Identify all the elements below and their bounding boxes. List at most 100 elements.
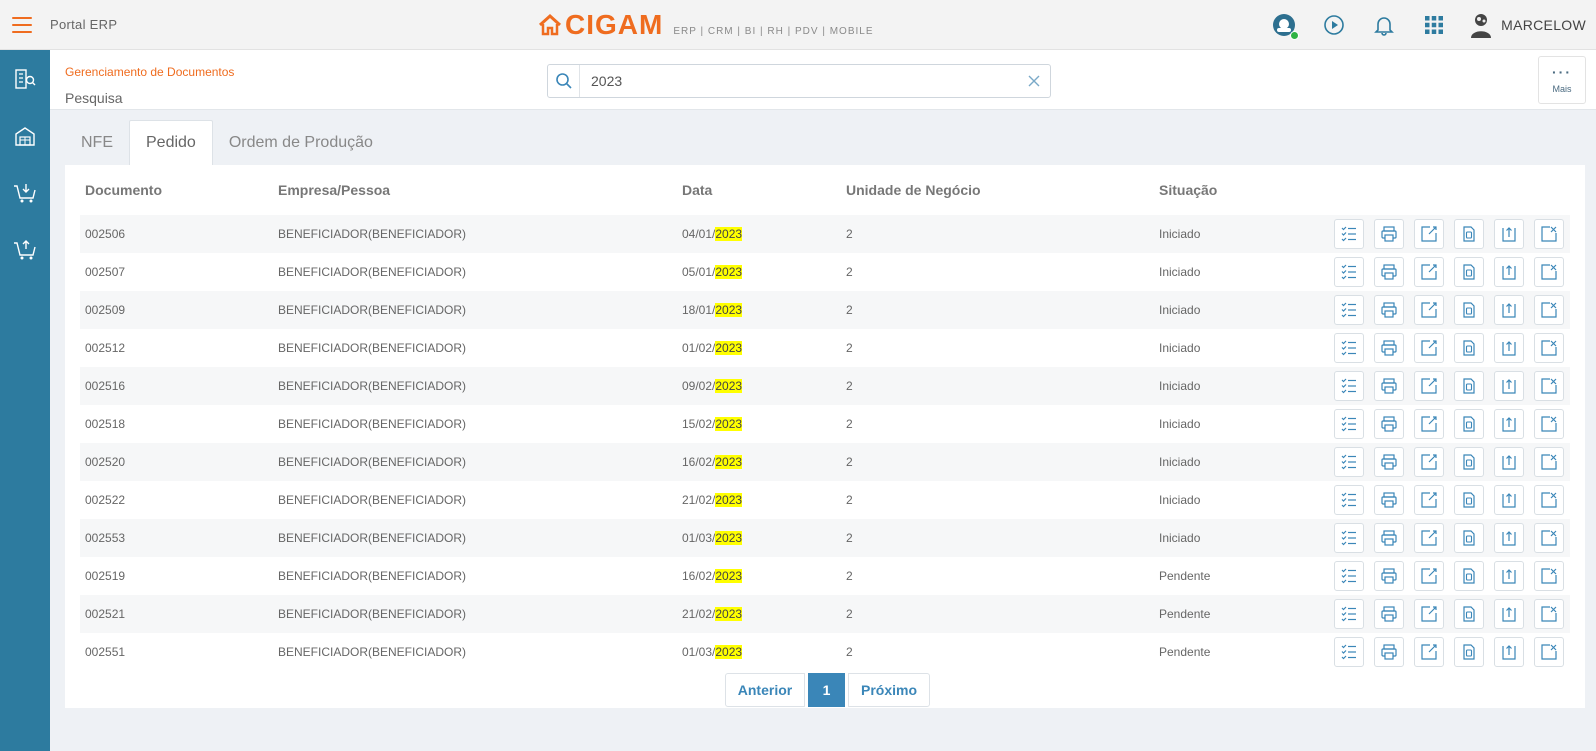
checklist-button[interactable] [1334, 599, 1364, 629]
edit-button[interactable] [1414, 599, 1444, 629]
cancel-button[interactable] [1534, 409, 1564, 439]
play-button[interactable] [1309, 0, 1359, 50]
table-row[interactable]: 002506 BENEFICIADOR(BENEFICIADOR) 04/01/20… [80, 215, 1570, 253]
print-button[interactable] [1374, 599, 1404, 629]
sidebar-item-purchases[interactable] [0, 164, 50, 221]
upload-button[interactable] [1494, 257, 1524, 287]
column-header-empresa[interactable]: Empresa/Pessoa [273, 165, 677, 215]
edit-button[interactable] [1414, 219, 1444, 249]
print-button[interactable] [1374, 523, 1404, 553]
upload-button[interactable] [1494, 295, 1524, 325]
apps-button[interactable] [1409, 0, 1459, 50]
print-button[interactable] [1374, 371, 1404, 401]
sidebar-item-company[interactable] [0, 107, 50, 164]
print-button[interactable] [1374, 637, 1404, 667]
table-row[interactable]: 002509 BENEFICIADOR(BENEFICIADOR) 18/01/20… [80, 291, 1570, 329]
upload-button[interactable] [1494, 561, 1524, 591]
checklist-button[interactable] [1334, 485, 1364, 515]
document-button[interactable] [1454, 257, 1484, 287]
user-menu[interactable]: MARCELOW [1467, 11, 1586, 39]
checklist-button[interactable] [1334, 371, 1364, 401]
print-button[interactable] [1374, 561, 1404, 591]
document-button[interactable] [1454, 219, 1484, 249]
document-button[interactable] [1454, 637, 1484, 667]
edit-button[interactable] [1414, 523, 1444, 553]
column-header-documento[interactable]: Documento [80, 165, 273, 215]
tab-pedido[interactable]: Pedido [129, 120, 213, 165]
search-button[interactable] [548, 65, 580, 97]
clear-search-button[interactable] [1018, 65, 1050, 97]
breadcrumb[interactable]: Gerenciamento de Documentos [65, 65, 234, 79]
checklist-button[interactable] [1334, 333, 1364, 363]
support-status-button[interactable] [1259, 0, 1309, 50]
document-button[interactable] [1454, 523, 1484, 553]
previous-page-button[interactable]: Anterior [725, 673, 805, 707]
cancel-button[interactable] [1534, 371, 1564, 401]
cancel-button[interactable] [1534, 257, 1564, 287]
edit-button[interactable] [1414, 257, 1444, 287]
cancel-button[interactable] [1534, 333, 1564, 363]
table-row[interactable]: 002521 BENEFICIADOR(BENEFICIADOR) 21/02/20… [80, 595, 1570, 633]
document-button[interactable] [1454, 333, 1484, 363]
upload-button[interactable] [1494, 219, 1524, 249]
edit-button[interactable] [1414, 295, 1444, 325]
table-row[interactable]: 002519 BENEFICIADOR(BENEFICIADOR) 16/02/20… [80, 557, 1570, 595]
document-button[interactable] [1454, 295, 1484, 325]
cancel-button[interactable] [1534, 561, 1564, 591]
print-button[interactable] [1374, 447, 1404, 477]
table-row[interactable]: 002522 BENEFICIADOR(BENEFICIADOR) 21/02/20… [80, 481, 1570, 519]
checklist-button[interactable] [1334, 219, 1364, 249]
column-header-situacao[interactable]: Situação [1154, 165, 1310, 215]
cancel-button[interactable] [1534, 637, 1564, 667]
edit-button[interactable] [1414, 637, 1444, 667]
checklist-button[interactable] [1334, 637, 1364, 667]
upload-button[interactable] [1494, 599, 1524, 629]
tab-ordem-producao[interactable]: Ordem de Produção [213, 121, 389, 165]
print-button[interactable] [1374, 257, 1404, 287]
document-button[interactable] [1454, 447, 1484, 477]
edit-button[interactable] [1414, 333, 1444, 363]
edit-button[interactable] [1414, 447, 1444, 477]
checklist-button[interactable] [1334, 257, 1364, 287]
upload-button[interactable] [1494, 485, 1524, 515]
edit-button[interactable] [1414, 371, 1444, 401]
cancel-button[interactable] [1534, 485, 1564, 515]
table-row[interactable]: 002507 BENEFICIADOR(BENEFICIADOR) 05/01/20… [80, 253, 1570, 291]
cancel-button[interactable] [1534, 295, 1564, 325]
document-button[interactable] [1454, 371, 1484, 401]
document-button[interactable] [1454, 409, 1484, 439]
print-button[interactable] [1374, 333, 1404, 363]
cancel-button[interactable] [1534, 219, 1564, 249]
upload-button[interactable] [1494, 409, 1524, 439]
notifications-button[interactable] [1359, 0, 1409, 50]
table-row[interactable]: 002551 BENEFICIADOR(BENEFICIADOR) 01/03/20… [80, 633, 1570, 671]
print-button[interactable] [1374, 409, 1404, 439]
page-number-button[interactable]: 1 [808, 673, 845, 707]
menu-icon[interactable] [12, 17, 32, 33]
search-input[interactable] [580, 66, 1018, 96]
table-row[interactable]: 002520 BENEFICIADOR(BENEFICIADOR) 16/02/20… [80, 443, 1570, 481]
sidebar-item-sales[interactable] [0, 221, 50, 278]
column-header-unidade[interactable]: Unidade de Negócio [841, 165, 1154, 215]
cancel-button[interactable] [1534, 523, 1564, 553]
edit-button[interactable] [1414, 485, 1444, 515]
upload-button[interactable] [1494, 523, 1524, 553]
table-row[interactable]: 002512 BENEFICIADOR(BENEFICIADOR) 01/02/20… [80, 329, 1570, 367]
column-header-data[interactable]: Data [677, 165, 841, 215]
table-row[interactable]: 002518 BENEFICIADOR(BENEFICIADOR) 15/02/20… [80, 405, 1570, 443]
edit-button[interactable] [1414, 409, 1444, 439]
tab-nfe[interactable]: NFE [65, 121, 129, 165]
print-button[interactable] [1374, 485, 1404, 515]
checklist-button[interactable] [1334, 561, 1364, 591]
document-button[interactable] [1454, 561, 1484, 591]
checklist-button[interactable] [1334, 409, 1364, 439]
document-button[interactable] [1454, 485, 1484, 515]
more-button[interactable]: ··· Mais [1538, 56, 1586, 104]
document-button[interactable] [1454, 599, 1484, 629]
cancel-button[interactable] [1534, 447, 1564, 477]
upload-button[interactable] [1494, 447, 1524, 477]
edit-button[interactable] [1414, 561, 1444, 591]
sidebar-item-documents[interactable] [0, 50, 50, 107]
print-button[interactable] [1374, 295, 1404, 325]
checklist-button[interactable] [1334, 447, 1364, 477]
